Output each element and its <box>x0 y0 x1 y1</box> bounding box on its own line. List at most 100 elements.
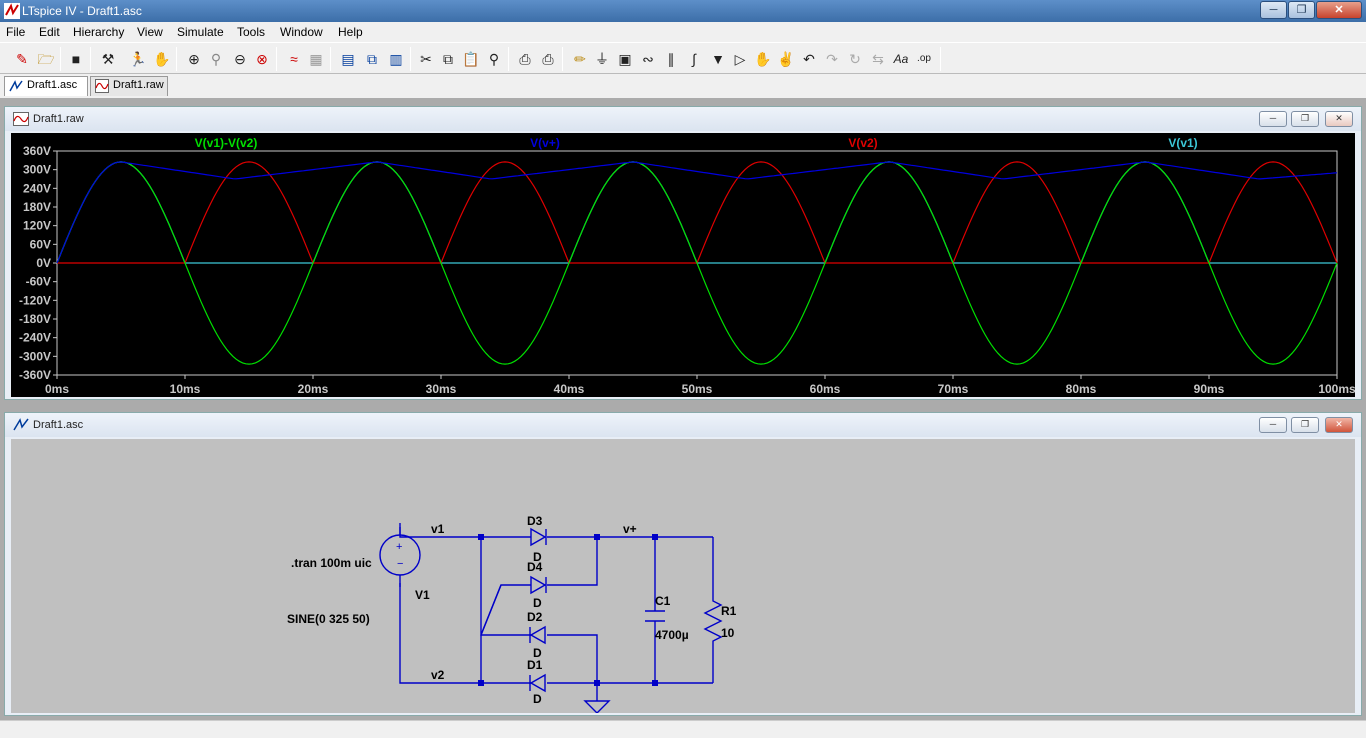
tab-draft1-asc[interactable]: Draft1.asc <box>4 76 88 96</box>
y-tick-label: 120V <box>23 219 51 233</box>
close-button[interactable]: ✕ <box>1316 1 1362 19</box>
diode-d4-symbol <box>530 575 547 595</box>
menu-window[interactable]: Window <box>280 25 323 39</box>
menu-tools[interactable]: Tools <box>237 25 265 39</box>
open-icon[interactable]: 🗁 <box>36 49 56 69</box>
tile-vertical-icon[interactable]: ▥ <box>386 49 406 69</box>
diode-d4-model[interactable]: D <box>533 596 542 610</box>
diode-d1-name[interactable]: D1 <box>527 658 543 672</box>
inductor-icon[interactable]: ∫ <box>684 49 704 69</box>
new-schematic-icon[interactable]: ✎ <box>12 49 32 69</box>
menu-simulate[interactable]: Simulate <box>177 25 224 39</box>
component-icon[interactable]: ▷ <box>730 49 750 69</box>
source-minus-mark: − <box>397 558 403 570</box>
capacitor-name[interactable]: C1 <box>655 594 671 608</box>
rotate-icon[interactable]: ↻ <box>845 49 865 69</box>
x-tick-label: 70ms <box>938 382 969 396</box>
source-plus-mark: + <box>396 541 402 553</box>
schematic-icon <box>13 418 29 431</box>
ground-icon[interactable]: ⏚ <box>592 49 612 69</box>
diode-d3-symbol <box>530 527 547 547</box>
pan-icon[interactable]: ✋ <box>152 49 172 69</box>
net-label-v1[interactable]: v1 <box>431 522 445 536</box>
schematic-close-button[interactable]: ✕ <box>1325 417 1353 433</box>
wire-cross <box>480 584 502 636</box>
directive-text[interactable]: .tran 100m uic <box>291 556 372 570</box>
grid-icon[interactable]: ▦ <box>306 49 326 69</box>
save-icon[interactable]: ■ <box>66 49 86 69</box>
schematic-canvas[interactable]: + − .tran 100m uic V1 SINE(0 325 50) v1 <box>11 439 1355 714</box>
resistor-icon[interactable]: ∾ <box>638 49 658 69</box>
capacitor-icon[interactable]: ∥ <box>661 49 681 69</box>
label-net-icon[interactable]: ▣ <box>615 49 635 69</box>
source-name[interactable]: V1 <box>415 588 430 602</box>
undo-icon[interactable]: ↶ <box>799 49 819 69</box>
zoom-out-icon[interactable]: ⊖ <box>230 49 250 69</box>
print-icon[interactable]: ⎙ <box>538 49 558 69</box>
net-label-vplus[interactable]: v+ <box>623 522 637 536</box>
diode-d1-symbol <box>529 673 546 693</box>
resistor-name[interactable]: R1 <box>721 604 737 618</box>
menu-help[interactable]: Help <box>338 25 363 39</box>
source-value[interactable]: SINE(0 325 50) <box>287 612 370 626</box>
schematic-window-title: Draft1.asc <box>33 419 84 431</box>
tile-horizontal-icon[interactable]: ▤ <box>338 49 358 69</box>
diode-d4-name[interactable]: D4 <box>527 560 543 574</box>
diode-d3-name[interactable]: D3 <box>527 514 543 528</box>
drag-icon[interactable]: ✌ <box>776 49 796 69</box>
minimize-button[interactable]: ─ <box>1260 1 1287 19</box>
maximize-button[interactable]: ❐ <box>1288 1 1315 19</box>
schematic-window-header: Draft1.asc ─ ❐ ✕ <box>5 413 1361 437</box>
cascade-icon[interactable]: ⧉ <box>362 49 382 69</box>
y-tick-label: -240V <box>19 331 51 345</box>
diode-d2-symbol <box>529 625 546 645</box>
y-tick-label: -360V <box>19 368 51 382</box>
waveform-icon <box>95 79 109 93</box>
control-panel-icon[interactable]: ⚒ <box>98 49 118 69</box>
series-line-vplus <box>56 161 1338 264</box>
text-icon[interactable]: Aa <box>891 49 911 69</box>
diode-d2-name[interactable]: D2 <box>527 610 543 624</box>
capacitor-value[interactable]: 4700µ <box>655 628 689 642</box>
find-icon[interactable]: ⚲ <box>484 49 504 69</box>
legend-entry: V(v1) <box>1168 136 1197 150</box>
waveform-restore-button[interactable]: ❐ <box>1291 111 1319 127</box>
schematic-minimize-button[interactable]: ─ <box>1259 417 1287 433</box>
menu-hierarchy[interactable]: Hierarchy <box>73 25 124 39</box>
net-label-v2[interactable]: v2 <box>431 668 445 682</box>
diode-d1-model[interactable]: D <box>533 692 542 706</box>
autorange-icon[interactable]: ⊗ <box>252 49 272 69</box>
junction-dot <box>478 534 484 540</box>
resistor-value[interactable]: 10 <box>721 626 735 640</box>
spice-directive-icon[interactable]: .op <box>914 49 934 69</box>
paste-icon[interactable]: 📋 <box>461 49 481 69</box>
waveform-window-title: Draft1.raw <box>33 113 84 125</box>
schematic-restore-button[interactable]: ❐ <box>1291 417 1319 433</box>
junction-dot <box>652 680 658 686</box>
zoom-full-icon[interactable]: ⚲ <box>206 49 226 69</box>
waveform-plot[interactable]: 360V 300V 240V 180V 120V 60V 0V -60V -120V -180V -… <box>11 133 1356 397</box>
zoom-in-icon[interactable]: ⊕ <box>184 49 204 69</box>
menu-view[interactable]: View <box>137 25 163 39</box>
print-preview-icon[interactable]: ⎙ <box>515 49 535 69</box>
waveform-minimize-button[interactable]: ─ <box>1259 111 1287 127</box>
run-icon[interactable]: 🏃 <box>128 49 148 69</box>
waveform-icon[interactable]: ≈ <box>284 49 304 69</box>
menu-edit[interactable]: Edit <box>39 25 60 39</box>
draw-wire-icon[interactable]: ✏ <box>570 49 590 69</box>
tab-draft1-raw[interactable]: Draft1.raw <box>90 76 168 96</box>
x-tick-label: 90ms <box>1194 382 1225 396</box>
x-tick-label: 100ms <box>1318 382 1355 396</box>
menu-file[interactable]: File <box>6 25 25 39</box>
move-icon[interactable]: ✋ <box>753 49 773 69</box>
cut-icon[interactable]: ✂ <box>416 49 436 69</box>
schematic-svg: + − .tran 100m uic V1 SINE(0 325 50) v1 <box>287 514 737 714</box>
mirror-icon[interactable]: ⇆ <box>868 49 888 69</box>
ground-symbol <box>583 683 611 714</box>
redo-icon[interactable]: ↷ <box>822 49 842 69</box>
waveform-close-button[interactable]: ✕ <box>1325 111 1353 127</box>
menu-bar: File Edit Hierarchy View Simulate Tools … <box>0 22 1366 42</box>
copy-icon[interactable]: ⧉ <box>438 49 458 69</box>
diode-icon[interactable]: ▼ <box>708 49 728 69</box>
schematic-window: Draft1.asc ─ ❐ ✕ + − .tran 100m uic V1 S… <box>4 412 1362 716</box>
